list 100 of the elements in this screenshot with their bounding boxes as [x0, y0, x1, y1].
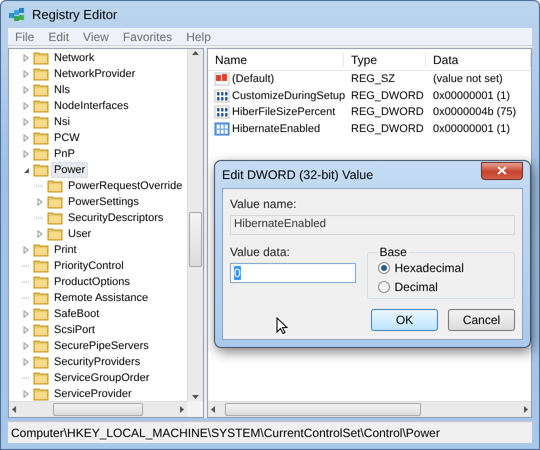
ok-button[interactable]: OK: [371, 309, 438, 331]
folder-icon: [33, 259, 49, 273]
scroll-right-icon[interactable]: [180, 406, 184, 413]
tree-node[interactable]: PowerSettings: [65, 194, 142, 210]
folder-icon: [33, 83, 49, 97]
tree-node[interactable]: SecurePipeServers: [51, 338, 152, 354]
menu-item[interactable]: Favorites: [116, 30, 180, 44]
scroll-left-icon[interactable]: [12, 406, 16, 413]
column-header[interactable]: Data: [426, 52, 531, 66]
tree-node[interactable]: Nls: [51, 82, 73, 98]
folder-icon: [47, 211, 63, 225]
menu-item[interactable]: Help: [179, 30, 218, 44]
folder-icon: [33, 131, 49, 145]
horizontal-scrollbar[interactable]: [208, 401, 531, 417]
radio-option[interactable]: Hexadecimal: [378, 261, 504, 275]
value-name[interactable]: CustomizeDuringSetup: [208, 88, 344, 103]
menu-item[interactable]: Edit: [41, 30, 76, 44]
value-name[interactable]: (Default): [208, 72, 344, 86]
column-header[interactable]: Type: [344, 52, 426, 66]
folder-icon: [33, 275, 49, 289]
expand-arrow-icon[interactable]: [23, 390, 29, 398]
folder-icon: [47, 195, 63, 209]
menu-item[interactable]: File: [8, 30, 42, 44]
value-data: 0x00000001 (1): [432, 122, 512, 135]
folder-icon: [33, 163, 49, 177]
vertical-scrollbar[interactable]: [187, 49, 203, 401]
value-type: REG_DWORD: [350, 90, 425, 102]
tree-node[interactable]: SecurityProviders: [51, 354, 144, 370]
value-type: REG_DWORD: [350, 106, 425, 118]
radio-option[interactable]: Decimal: [378, 280, 504, 294]
tree-node[interactable]: NodeInterfaces: [51, 98, 132, 114]
folder-icon: [33, 243, 49, 257]
folder-icon: [47, 227, 63, 241]
tree-node[interactable]: PowerRequestOverride: [65, 178, 186, 194]
expand-arrow-icon[interactable]: [23, 134, 29, 142]
tree-node[interactable]: PCW: [51, 130, 83, 146]
radio-icon[interactable]: [378, 262, 390, 274]
tree-node[interactable]: Print: [51, 242, 80, 258]
expand-arrow-icon[interactable]: [23, 54, 29, 62]
expand-arrow-icon[interactable]: [23, 246, 29, 254]
value-type: REG_DWORD: [350, 122, 425, 135]
field-label: Value data:: [230, 245, 291, 259]
dialog-title: Edit DWORD (32-bit) Value: [222, 168, 374, 182]
expand-arrow-icon[interactable]: [23, 358, 29, 366]
scrollbar-thumb[interactable]: [189, 212, 202, 267]
folder-icon: [33, 115, 49, 129]
value-data: 0x00000001 (1): [432, 90, 512, 102]
tree-node[interactable]: ScsiPort: [51, 322, 98, 338]
tree-node[interactable]: NetworkProvider: [51, 66, 138, 82]
expand-arrow-icon[interactable]: [23, 118, 29, 126]
scroll-right-icon[interactable]: [524, 406, 528, 413]
tree-node[interactable]: PriorityControl: [51, 258, 127, 274]
collapse-arrow-icon[interactable]: [22, 166, 30, 174]
scrollbar-thumb[interactable]: [53, 403, 143, 416]
folder-icon: [33, 339, 49, 353]
value-type: REG_SZ: [350, 73, 396, 86]
value-data: 0x0000004b (75): [432, 106, 518, 118]
menu-item[interactable]: View: [76, 30, 116, 44]
scroll-up-icon[interactable]: [192, 51, 199, 55]
tree-node[interactable]: Nsi: [51, 114, 73, 130]
tree-node[interactable]: ServiceGroupOrder: [51, 370, 152, 386]
folder-icon: [47, 179, 63, 193]
cancel-button[interactable]: Cancel: [448, 309, 515, 331]
tree-node[interactable]: SecurityDescriptors: [65, 210, 166, 226]
folder-icon: [33, 387, 49, 401]
app-icon: [8, 6, 26, 22]
expand-arrow-icon[interactable]: [23, 310, 29, 318]
folder-icon: [33, 99, 49, 113]
close-button[interactable]: [481, 162, 523, 180]
tree-node[interactable]: ProductOptions: [51, 274, 133, 290]
horizontal-scrollbar[interactable]: [9, 401, 187, 417]
expand-arrow-icon[interactable]: [23, 102, 29, 110]
folder-icon: [33, 307, 49, 321]
tree-node[interactable]: SafeBoot: [51, 306, 102, 322]
column-header[interactable]: Name: [208, 52, 344, 66]
tree-node[interactable]: User: [65, 226, 94, 242]
expand-arrow-icon[interactable]: [23, 326, 29, 334]
expand-arrow-icon[interactable]: [37, 230, 43, 238]
folder-icon: [33, 371, 49, 385]
tree-node[interactable]: ServiceProvider: [51, 386, 135, 401]
tree-node[interactable]: Power: [51, 162, 88, 178]
expand-arrow-icon[interactable]: [23, 342, 29, 350]
radio-icon[interactable]: [378, 281, 390, 293]
folder-icon: [33, 323, 49, 337]
expand-arrow-icon[interactable]: [23, 86, 29, 94]
tree-node[interactable]: PnP: [51, 146, 78, 162]
tree-node[interactable]: Network: [51, 50, 98, 66]
expand-arrow-icon[interactable]: [23, 150, 29, 158]
expand-arrow-icon[interactable]: [37, 198, 43, 206]
scrollbar-thumb[interactable]: [225, 403, 421, 416]
scroll-left-icon[interactable]: [211, 406, 215, 413]
close-icon: [497, 166, 507, 175]
folder-icon: [33, 51, 49, 65]
scroll-down-icon[interactable]: [192, 395, 199, 399]
expand-arrow-icon[interactable]: [23, 70, 29, 78]
value-name[interactable]: HiberFileSizePercent: [208, 105, 344, 120]
field-label: Value name:: [230, 197, 298, 211]
value-name-field: HibernateEnabled: [230, 215, 515, 235]
tree-node[interactable]: Remote Assistance: [51, 290, 152, 306]
value-name[interactable]: HibernateEnabled: [208, 122, 344, 136]
